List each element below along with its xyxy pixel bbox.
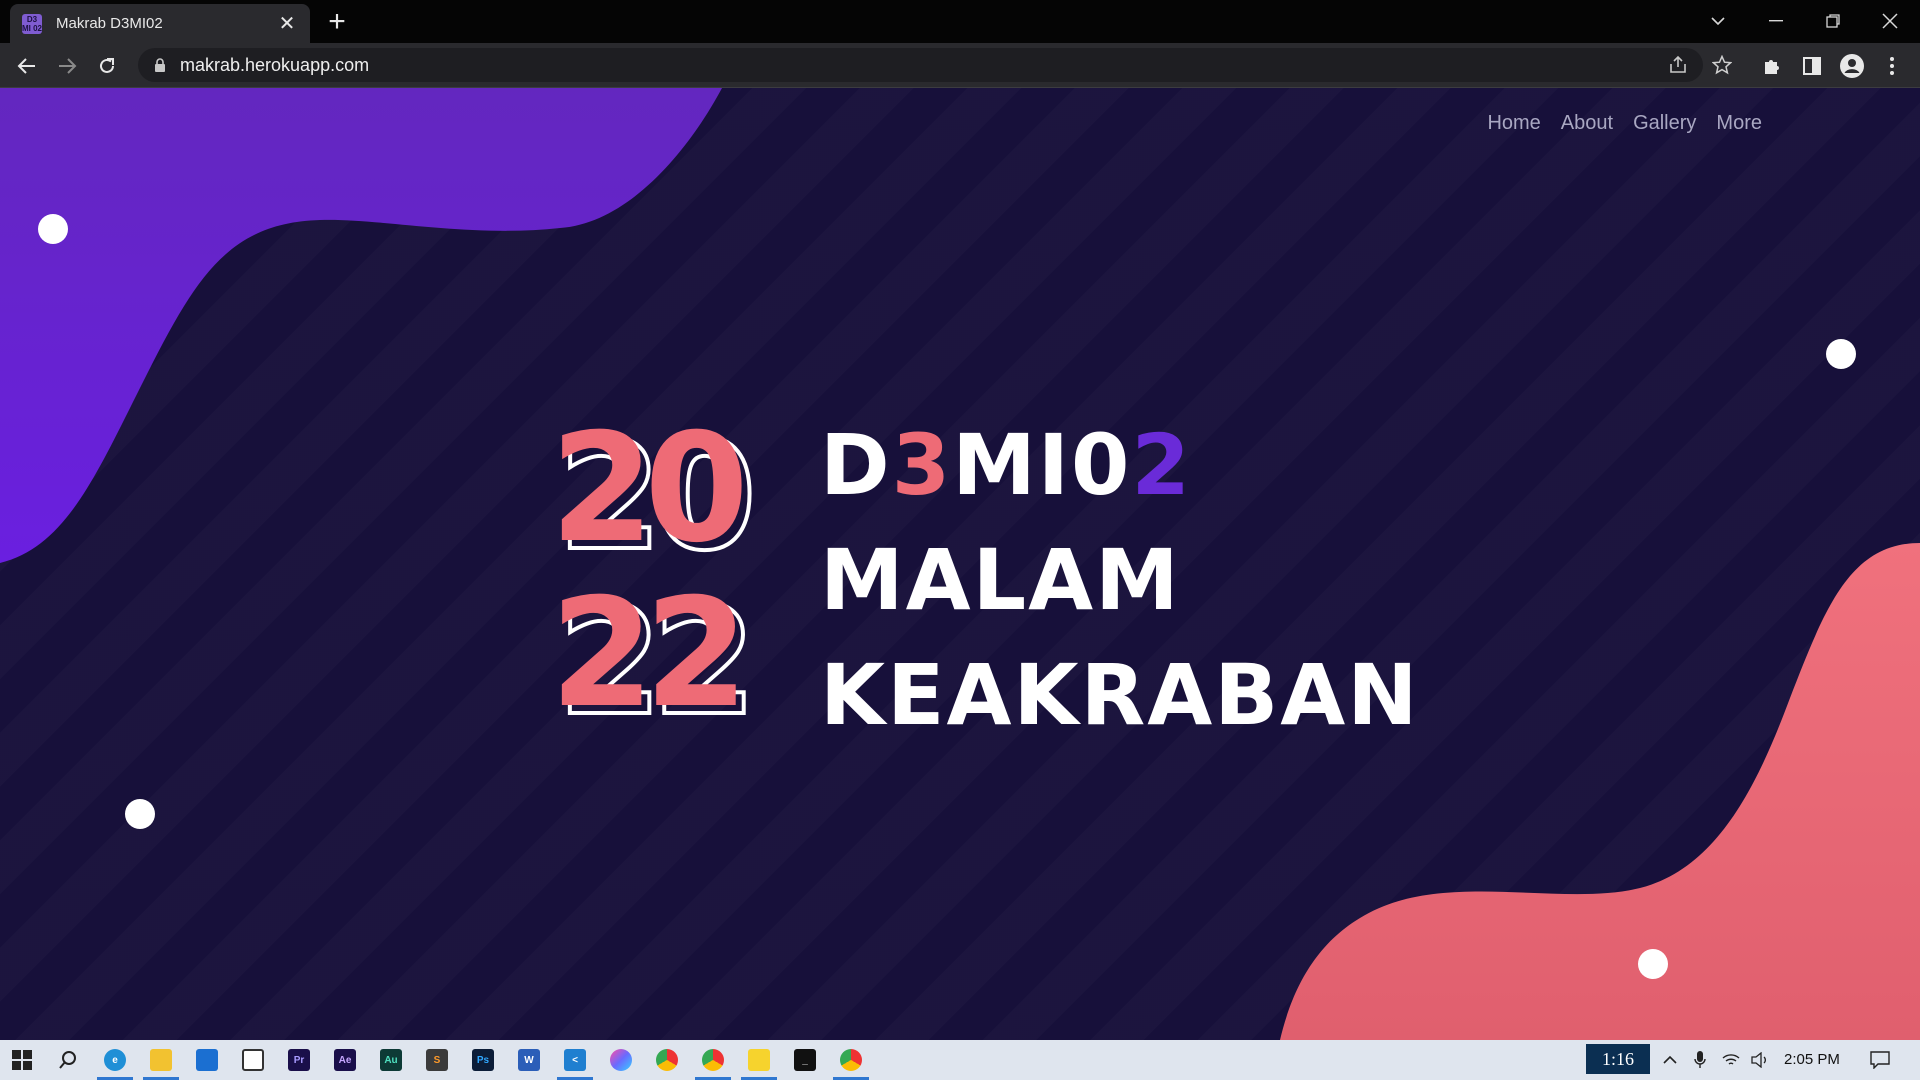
title-line-keakraban: KEAKRABAN bbox=[820, 646, 1420, 744]
audition-icon[interactable]: Au bbox=[377, 1046, 405, 1074]
restore-button[interactable] bbox=[1805, 6, 1861, 36]
nav-about[interactable]: About bbox=[1561, 112, 1613, 135]
search-icon[interactable] bbox=[54, 1046, 82, 1074]
bookmark-star-icon[interactable] bbox=[1711, 54, 1733, 75]
decorative-dot bbox=[1638, 949, 1668, 979]
word-icon[interactable]: W bbox=[515, 1046, 543, 1074]
decorative-dot bbox=[38, 214, 68, 244]
tab-favicon-icon: D3 MI 02 bbox=[22, 13, 43, 34]
tray-chevron-icon[interactable] bbox=[1656, 1046, 1684, 1074]
profile-avatar-icon[interactable] bbox=[1840, 54, 1864, 78]
color-app-icon[interactable] bbox=[607, 1046, 635, 1074]
title-line-malam: MALAM bbox=[820, 531, 1181, 629]
chrome-canary-icon[interactable] bbox=[695, 1046, 731, 1080]
terminal-icon[interactable]: _ bbox=[791, 1046, 819, 1074]
tab-search-chevron-icon[interactable] bbox=[1690, 6, 1746, 36]
title-line-class: D3MI02 bbox=[820, 416, 1192, 514]
new-tab-button[interactable]: + bbox=[322, 7, 352, 37]
extensions-icon[interactable] bbox=[1760, 54, 1784, 78]
photoshop-icon[interactable]: Ps bbox=[469, 1046, 497, 1074]
sublime-icon[interactable]: S bbox=[423, 1046, 451, 1074]
system-clock[interactable]: 2:05 PM bbox=[1784, 1051, 1840, 1068]
address-bar[interactable]: makrab.herokuapp.com bbox=[138, 48, 1703, 82]
side-panel-icon[interactable] bbox=[1800, 54, 1824, 78]
browser-menu-icon[interactable] bbox=[1880, 54, 1904, 78]
nav-gallery[interactable]: Gallery bbox=[1633, 112, 1696, 135]
back-button[interactable] bbox=[12, 51, 42, 81]
notifications-icon[interactable] bbox=[1866, 1046, 1894, 1074]
premiere-icon[interactable]: Pr bbox=[285, 1046, 313, 1074]
vscode-icon[interactable]: < bbox=[557, 1046, 593, 1080]
browser-tab[interactable]: D3 MI 02 Makrab D3MI02 ✕ bbox=[10, 4, 310, 43]
forward-button[interactable] bbox=[52, 51, 82, 81]
nav-home[interactable]: Home bbox=[1487, 112, 1540, 135]
url-text: makrab.herokuapp.com bbox=[180, 54, 370, 75]
browser-tab-bar: D3 MI 02 Makrab D3MI02 ✕ + bbox=[0, 0, 1920, 43]
webpage-hero: Home About Gallery More 20 20 22 22 D3MI… bbox=[0, 88, 1920, 1040]
edge-icon[interactable]: e bbox=[97, 1046, 133, 1080]
year-bottom: 22 bbox=[550, 567, 739, 738]
windows-taskbar: e Pr Ae Au S Ps W < _ 1:16 2:05 PM bbox=[0, 1040, 1920, 1080]
after-effects-icon[interactable]: Ae bbox=[331, 1046, 359, 1074]
microphone-icon[interactable] bbox=[1686, 1046, 1714, 1074]
minimize-button[interactable] bbox=[1748, 6, 1804, 36]
file-explorer-icon[interactable] bbox=[143, 1046, 179, 1080]
reload-button[interactable] bbox=[92, 51, 122, 81]
decorative-dot bbox=[1826, 339, 1856, 369]
mail-icon[interactable] bbox=[193, 1046, 221, 1074]
share-icon[interactable] bbox=[1668, 55, 1688, 75]
year-logo: 20 20 22 22 bbox=[550, 408, 762, 738]
site-nav: Home About Gallery More bbox=[1487, 112, 1762, 135]
sticky-notes-icon[interactable] bbox=[741, 1046, 777, 1080]
screen-recorder-timer[interactable]: 1:16 bbox=[1586, 1044, 1650, 1074]
lock-icon bbox=[155, 57, 165, 72]
close-window-button[interactable] bbox=[1862, 6, 1918, 36]
decorative-dot bbox=[125, 799, 155, 829]
tab-close-icon[interactable]: ✕ bbox=[276, 11, 298, 36]
wifi-icon[interactable] bbox=[1717, 1046, 1745, 1074]
chrome-active-icon[interactable] bbox=[833, 1046, 869, 1080]
tab-title: Makrab D3MI02 bbox=[56, 15, 163, 32]
year-top: 20 bbox=[550, 408, 742, 576]
chrome-icon[interactable] bbox=[653, 1046, 681, 1074]
start-icon[interactable] bbox=[8, 1046, 36, 1074]
nav-more[interactable]: More bbox=[1716, 112, 1762, 135]
event-title: D3MI02 MALAM KEAKRABAN bbox=[820, 408, 1420, 753]
twitch-icon[interactable] bbox=[239, 1046, 267, 1074]
volume-icon[interactable] bbox=[1746, 1046, 1774, 1074]
browser-toolbar: makrab.herokuapp.com bbox=[0, 43, 1920, 88]
